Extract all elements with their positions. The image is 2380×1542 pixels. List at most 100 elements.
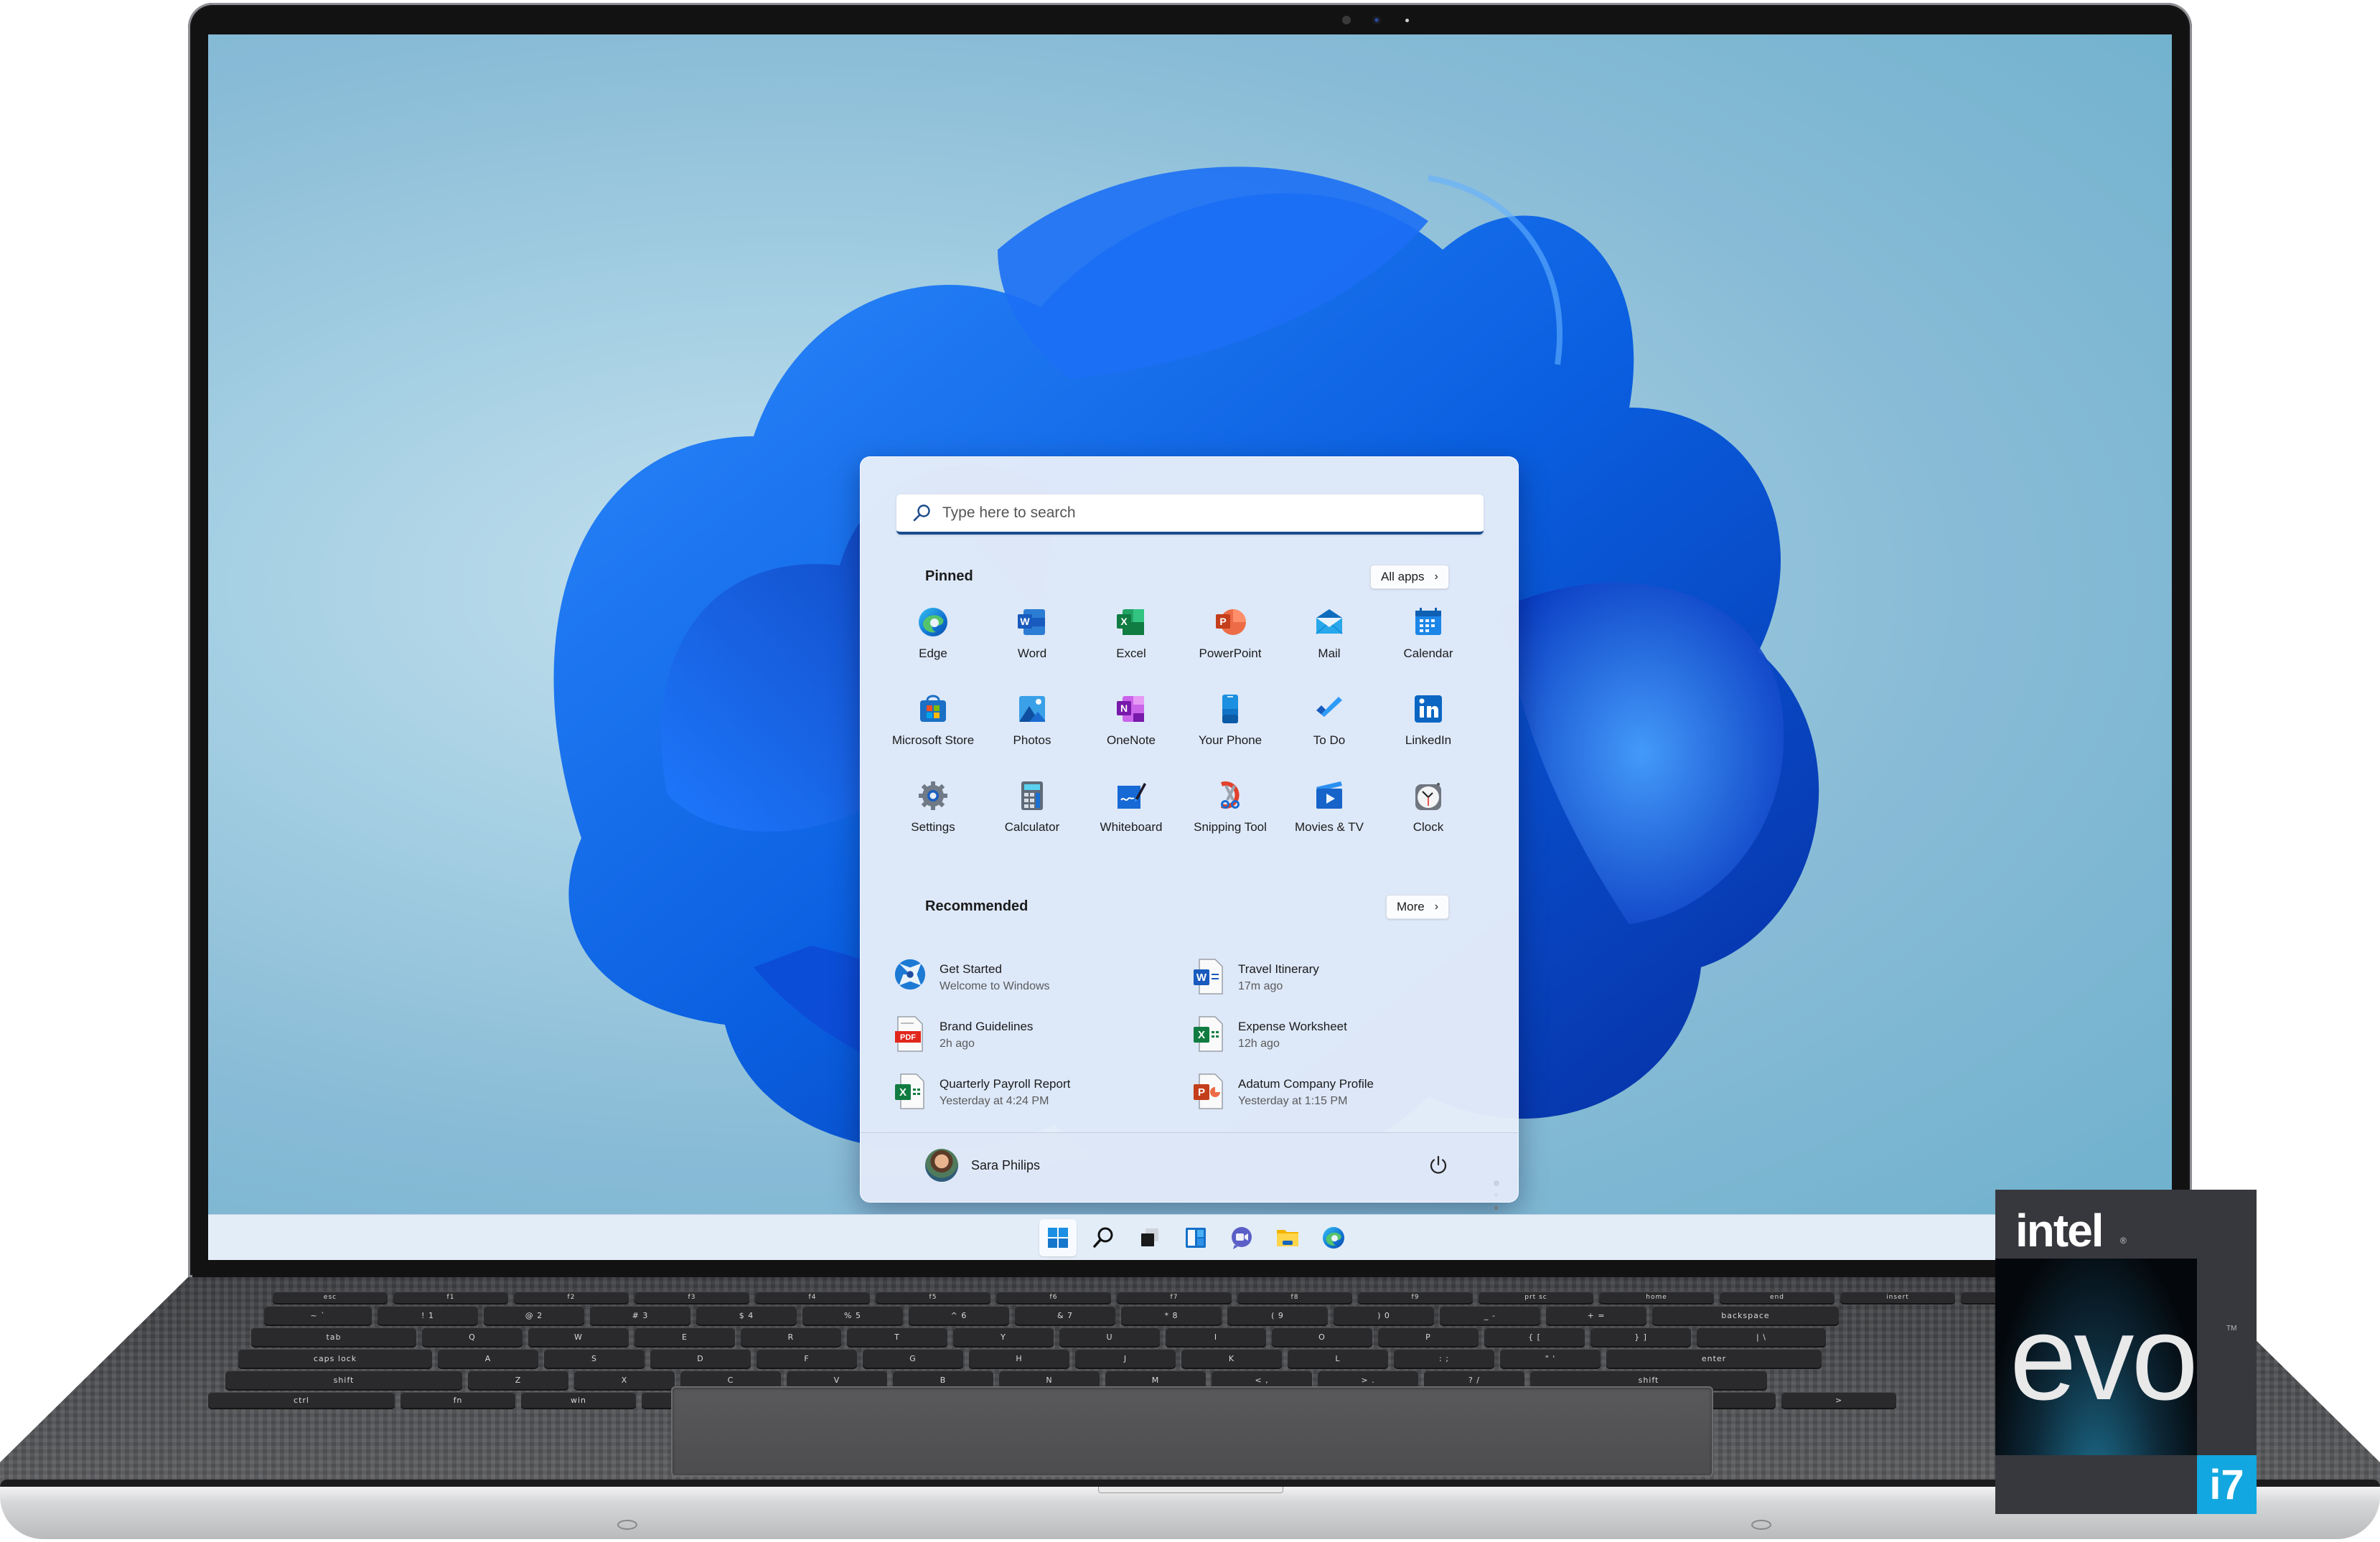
key[interactable]: D — [650, 1349, 751, 1368]
key[interactable]: win — [521, 1392, 636, 1408]
key[interactable]: caps lock — [238, 1349, 432, 1368]
key[interactable]: f3 — [634, 1292, 749, 1303]
key[interactable]: home — [1599, 1292, 1714, 1303]
key[interactable]: L — [1288, 1349, 1388, 1368]
key[interactable]: f4 — [755, 1292, 870, 1303]
pinned-app-onenote[interactable]: N OneNote — [1082, 687, 1181, 774]
key[interactable]: f5 — [876, 1292, 990, 1303]
key[interactable]: G — [863, 1349, 963, 1368]
key[interactable]: F — [756, 1349, 857, 1368]
pinned-app-excel[interactable]: X Excel — [1082, 601, 1181, 687]
key[interactable]: # 3 — [590, 1306, 690, 1325]
key[interactable]: U — [1059, 1327, 1160, 1346]
key[interactable]: I — [1166, 1327, 1266, 1346]
key[interactable]: ) 0 — [1334, 1306, 1434, 1325]
key[interactable]: K — [1181, 1349, 1282, 1368]
key[interactable]: f1 — [393, 1292, 508, 1303]
more-button[interactable]: More › — [1386, 895, 1450, 919]
key[interactable]: insert — [1840, 1292, 1955, 1303]
recommended-item[interactable]: PDF Brand Guidelines 2h ago — [894, 1015, 1192, 1073]
key[interactable]: A — [438, 1349, 538, 1368]
key[interactable]: ~ ` — [264, 1306, 372, 1325]
pinned-app-clock[interactable]: Clock — [1379, 774, 1478, 861]
recommended-item[interactable]: X Expense Worksheet 12h ago — [1192, 1015, 1468, 1073]
pinned-app-movies-tv[interactable]: Movies & TV — [1280, 774, 1379, 861]
key[interactable]: prt sc — [1479, 1292, 1593, 1303]
key[interactable]: | \ — [1697, 1327, 1826, 1346]
key[interactable]: X — [574, 1371, 675, 1389]
key[interactable]: Q — [422, 1327, 523, 1346]
key[interactable]: * 8 — [1121, 1306, 1222, 1325]
key[interactable]: Z — [468, 1371, 568, 1389]
key[interactable]: backspace — [1652, 1306, 1839, 1325]
trackpad[interactable] — [671, 1386, 1713, 1477]
key[interactable]: & 7 — [1015, 1306, 1115, 1325]
key[interactable]: ctrl — [208, 1392, 395, 1408]
key[interactable]: W — [528, 1327, 629, 1346]
key[interactable]: T — [847, 1327, 947, 1346]
key[interactable]: f9 — [1358, 1292, 1473, 1303]
start-search-box[interactable] — [896, 494, 1484, 535]
pinned-app-word[interactable]: W Word — [983, 601, 1082, 687]
key[interactable]: " ' — [1500, 1349, 1601, 1368]
pinned-app-calendar[interactable]: Calendar — [1379, 601, 1478, 687]
key[interactable]: fn — [400, 1392, 515, 1408]
key[interactable]: ( 9 — [1227, 1306, 1328, 1325]
pinned-app-snipping-tool[interactable]: Snipping Tool — [1181, 774, 1280, 861]
key[interactable]: shift — [225, 1371, 462, 1389]
key[interactable]: H — [969, 1349, 1069, 1368]
key[interactable]: Y — [953, 1327, 1054, 1346]
pinned-app-settings[interactable]: Settings — [884, 774, 983, 861]
pinned-app-mail[interactable]: Mail — [1280, 601, 1379, 687]
all-apps-button[interactable]: All apps › — [1370, 565, 1449, 589]
key[interactable]: O — [1272, 1327, 1372, 1346]
key[interactable]: S — [544, 1349, 645, 1368]
key[interactable]: tab — [251, 1327, 416, 1346]
recommended-item[interactable]: X Quarterly Payroll Report Yesterday at 4:… — [894, 1073, 1192, 1130]
user-account-button[interactable]: Sara Philips — [925, 1149, 1040, 1182]
key[interactable]: $ 4 — [696, 1306, 797, 1325]
taskbar-edge-button[interactable] — [1315, 1219, 1352, 1256]
key[interactable]: f7 — [1117, 1292, 1232, 1303]
key[interactable]: f8 — [1237, 1292, 1352, 1303]
key[interactable]: @ 2 — [484, 1306, 584, 1325]
key[interactable]: J — [1075, 1349, 1176, 1368]
pinned-app-edge[interactable]: Edge — [884, 601, 983, 687]
key[interactable]: ^ 6 — [909, 1306, 1009, 1325]
taskbar-task-view-button[interactable] — [1131, 1219, 1168, 1256]
pinned-app-photos[interactable]: Photos — [983, 687, 1082, 774]
key[interactable]: } ] — [1590, 1327, 1691, 1346]
taskbar-start-button[interactable] — [1039, 1219, 1077, 1256]
key[interactable]: > — [1781, 1392, 1896, 1408]
pinned-app-linkedin[interactable]: LinkedIn — [1379, 687, 1478, 774]
recommended-item[interactable]: W Travel Itinerary 17m ago — [1192, 958, 1468, 1015]
key[interactable]: R — [741, 1327, 841, 1346]
key[interactable]: % 5 — [802, 1306, 903, 1325]
taskbar-teams-chat-button[interactable] — [1223, 1219, 1260, 1256]
key[interactable]: f2 — [514, 1292, 629, 1303]
key[interactable]: _ - — [1440, 1306, 1540, 1325]
key[interactable]: ! 1 — [378, 1306, 478, 1325]
start-search-input[interactable] — [941, 500, 1461, 526]
key[interactable]: esc — [273, 1292, 388, 1303]
key[interactable]: E — [634, 1327, 735, 1346]
taskbar-widgets-button[interactable] — [1177, 1219, 1214, 1256]
key[interactable]: enter — [1606, 1349, 1822, 1368]
pinned-app-your-phone[interactable]: Your Phone — [1181, 687, 1280, 774]
recommended-item[interactable]: Get Started Welcome to Windows — [894, 958, 1192, 1015]
pinned-app-microsoft-store[interactable]: Microsoft Store — [884, 687, 983, 774]
pinned-app-whiteboard[interactable]: Whiteboard — [1082, 774, 1181, 861]
key[interactable]: : ; — [1394, 1349, 1494, 1368]
key[interactable]: f6 — [996, 1292, 1111, 1303]
key[interactable]: P — [1378, 1327, 1479, 1346]
pinned-app-powerpoint[interactable]: P PowerPoint — [1181, 601, 1280, 687]
key[interactable]: end — [1720, 1292, 1835, 1303]
power-icon[interactable] — [1428, 1155, 1449, 1176]
pinned-app-to-do[interactable]: To Do — [1280, 687, 1379, 774]
taskbar-file-explorer-button[interactable] — [1269, 1219, 1306, 1256]
key[interactable]: + = — [1546, 1306, 1646, 1325]
pinned-app-calculator[interactable]: Calculator — [983, 774, 1082, 861]
page-dot[interactable] — [1494, 1206, 1498, 1210]
key[interactable]: { [ — [1484, 1327, 1585, 1346]
taskbar-search-button[interactable] — [1085, 1219, 1123, 1256]
